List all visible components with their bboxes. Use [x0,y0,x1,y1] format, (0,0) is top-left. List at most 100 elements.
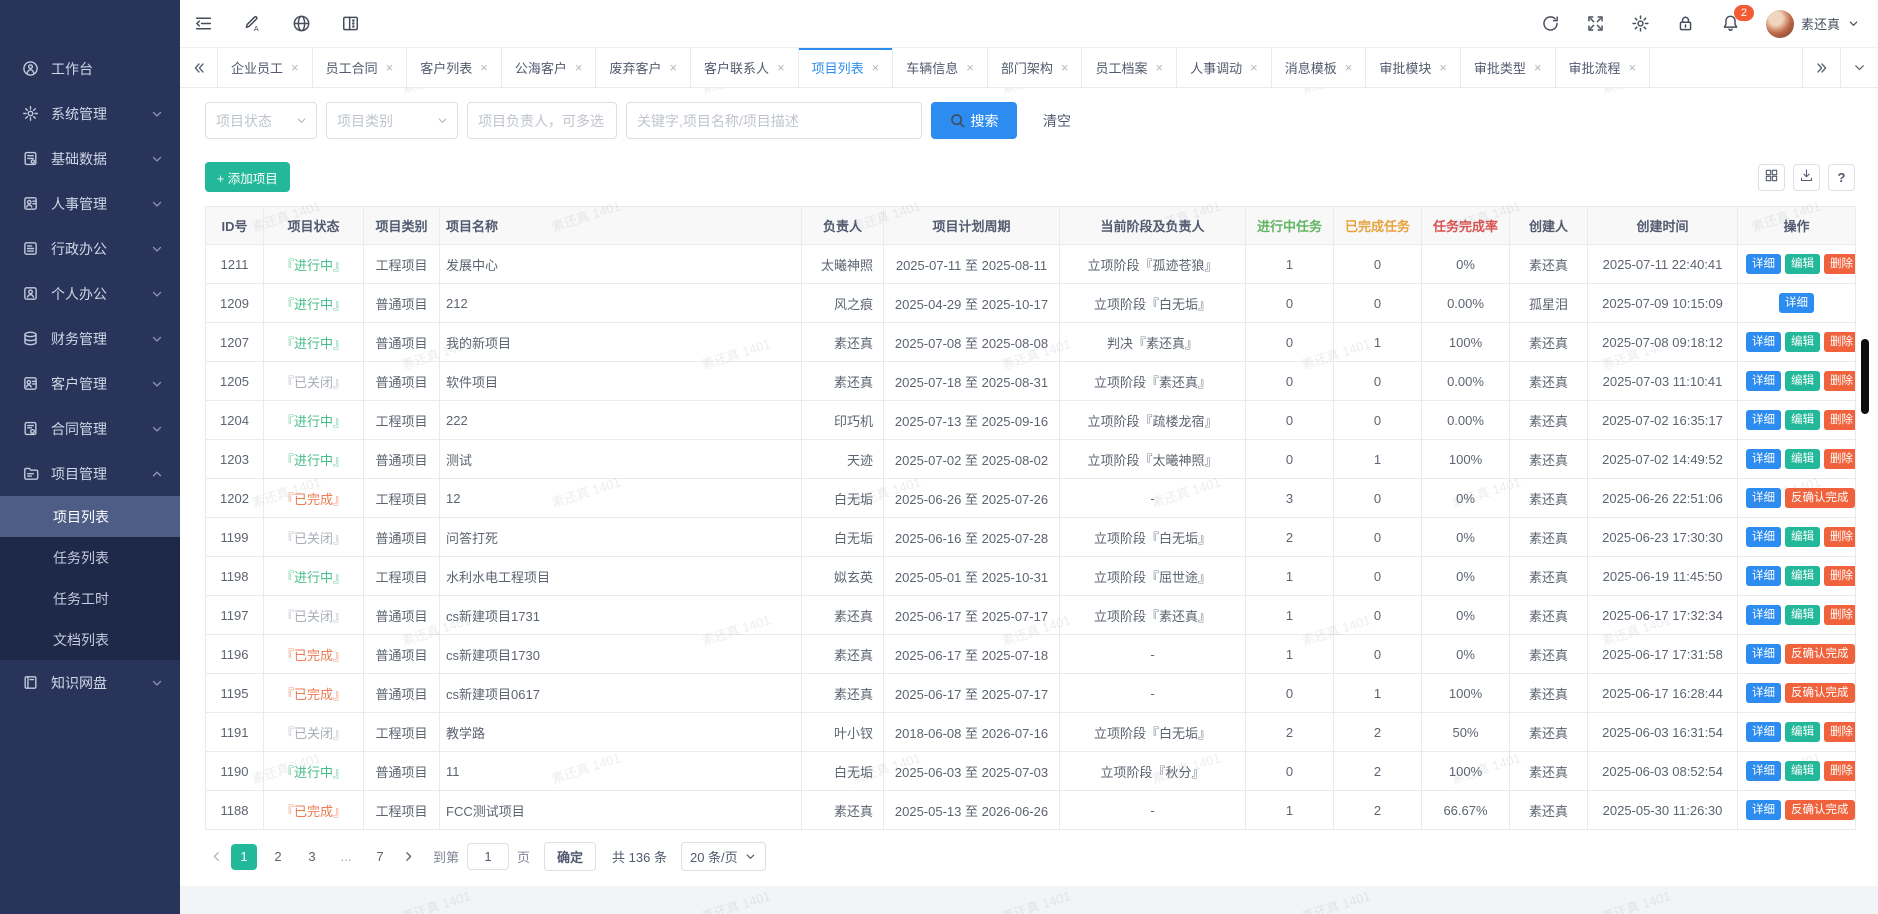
grid-columns-button[interactable] [1758,163,1785,191]
tabs-menu-button[interactable] [1840,48,1878,87]
action-button-详细[interactable]: 详细 [1746,370,1781,392]
tab-审批类型[interactable]: 审批类型 × [1460,48,1556,87]
action-button-编辑[interactable]: 编辑 [1785,331,1820,353]
action-button-详细[interactable]: 详细 [1746,682,1781,704]
sidebar-item-base-data[interactable]: 基础数据 [0,136,180,181]
close-tab-icon[interactable]: × [386,61,394,74]
project-owner-input[interactable] [467,102,617,139]
search-button[interactable]: 搜索 [931,102,1017,139]
goto-page-input[interactable] [467,843,510,870]
page-button-2[interactable]: 2 [265,844,291,870]
help-button[interactable]: ? [1828,163,1855,191]
sidebar-item-system[interactable]: 系统管理 [0,91,180,136]
close-tab-icon[interactable]: × [777,61,785,74]
page-size-select[interactable]: 20 条/页 [680,842,766,871]
action-button-反确认完成[interactable]: 反确认完成 [1785,487,1855,509]
project-status-select[interactable]: 项目状态 [205,102,317,139]
action-button-详细[interactable]: 详细 [1746,526,1781,548]
sidebar-item-hr[interactable]: 人事管理 [0,181,180,226]
next-page-button[interactable] [397,849,419,864]
tab-客户列表[interactable]: 客户列表 × [407,48,502,87]
action-button-删除[interactable]: 删除 [1824,565,1855,587]
tab-客户联系人[interactable]: 客户联系人 × [691,48,799,87]
sidebar-item-personal-office[interactable]: 个人办公 [0,271,180,316]
action-button-删除[interactable]: 删除 [1824,370,1855,392]
clear-button[interactable]: 清空 [1043,111,1071,131]
action-button-详细[interactable]: 详细 [1779,292,1814,314]
tabs-scroll-left-button[interactable] [180,48,218,87]
tab-废弃客户[interactable]: 废弃客户 × [596,48,692,87]
close-tab-icon[interactable]: × [1439,61,1447,74]
action-button-详细[interactable]: 详细 [1746,487,1781,509]
action-button-反确认完成[interactable]: 反确认完成 [1785,799,1855,821]
close-tab-icon[interactable]: × [1629,61,1637,74]
action-button-编辑[interactable]: 编辑 [1785,526,1820,548]
tab-车辆信息[interactable]: 车辆信息 × [893,48,988,87]
layout-panel-icon[interactable] [341,14,360,33]
action-button-编辑[interactable]: 编辑 [1785,409,1820,431]
sidebar-item-contract[interactable]: 合同管理 [0,406,180,451]
tab-人事调动[interactable]: 人事调动 × [1177,48,1272,87]
sidebar-item-customer[interactable]: 客户管理 [0,361,180,406]
action-button-编辑[interactable]: 编辑 [1785,565,1820,587]
project-category-select[interactable]: 项目类别 [326,102,458,139]
action-button-详细[interactable]: 详细 [1746,799,1781,821]
action-button-删除[interactable]: 删除 [1824,331,1855,353]
sidebar-subitem[interactable]: 文档列表 [0,619,180,660]
sidebar-subitem[interactable]: 任务工时 [0,578,180,619]
action-button-删除[interactable]: 删除 [1824,253,1855,275]
action-button-编辑[interactable]: 编辑 [1785,760,1820,782]
close-tab-icon[interactable]: × [872,61,880,74]
prev-page-button[interactable] [205,849,227,864]
action-button-详细[interactable]: 详细 [1746,760,1781,782]
lock-icon[interactable] [1676,14,1695,33]
close-tab-icon[interactable]: × [575,61,583,74]
language-globe-icon[interactable] [292,14,311,33]
menu-collapse-icon[interactable] [194,14,213,33]
close-tab-icon[interactable]: × [669,61,677,74]
action-button-详细[interactable]: 详细 [1746,448,1781,470]
keyword-input[interactable] [626,102,922,139]
close-tab-icon[interactable]: × [291,61,299,74]
sidebar-item-workbench[interactable]: 工作台 [0,46,180,91]
action-button-详细[interactable]: 详细 [1746,331,1781,353]
close-tab-icon[interactable]: × [480,61,488,74]
fullscreen-icon[interactable] [1586,14,1605,33]
sidebar-item-finance[interactable]: 财务管理 [0,316,180,361]
page-button-7[interactable]: 7 [367,844,393,870]
user-menu[interactable]: 素还真 [1765,9,1860,38]
add-project-button[interactable]: + 添加项目 [205,162,290,192]
page-button-3[interactable]: 3 [299,844,325,870]
notification-bell-icon[interactable]: 2 [1721,5,1754,33]
action-button-删除[interactable]: 删除 [1824,721,1855,743]
action-button-删除[interactable]: 删除 [1824,760,1855,782]
settings-gear-icon[interactable] [1631,14,1650,33]
export-button[interactable] [1793,163,1820,191]
close-tab-icon[interactable]: × [1534,61,1542,74]
action-button-详细[interactable]: 详细 [1746,643,1781,665]
tab-审批流程[interactable]: 审批流程 × [1555,48,1651,87]
sidebar-subitem[interactable]: 任务列表 [0,537,180,578]
sidebar-item-admin-office[interactable]: 行政办公 [0,226,180,271]
action-button-反确认完成[interactable]: 反确认完成 [1785,682,1855,704]
action-button-编辑[interactable]: 编辑 [1785,370,1820,392]
tab-员工档案[interactable]: 员工档案 × [1082,48,1178,87]
action-button-编辑[interactable]: 编辑 [1785,448,1820,470]
sidebar-item-knowledge[interactable]: 知识网盘 [0,660,180,705]
tabs-scroll-right-button[interactable] [1802,48,1840,87]
action-button-删除[interactable]: 删除 [1824,409,1855,431]
action-button-详细[interactable]: 详细 [1746,604,1781,626]
sidebar-subitem[interactable]: 项目列表 [0,496,180,537]
action-button-反确认完成[interactable]: 反确认完成 [1785,643,1855,665]
action-button-删除[interactable]: 删除 [1824,604,1855,626]
action-button-编辑[interactable]: 编辑 [1785,253,1820,275]
theme-brush-icon[interactable]: A [243,14,262,33]
refresh-icon[interactable] [1541,14,1560,33]
close-tab-icon[interactable]: × [966,61,974,74]
action-button-删除[interactable]: 删除 [1824,448,1855,470]
action-button-编辑[interactable]: 编辑 [1785,604,1820,626]
close-tab-icon[interactable]: × [1345,61,1353,74]
action-button-详细[interactable]: 详细 [1746,409,1781,431]
action-button-删除[interactable]: 删除 [1824,526,1855,548]
close-tab-icon[interactable]: × [1061,61,1069,74]
